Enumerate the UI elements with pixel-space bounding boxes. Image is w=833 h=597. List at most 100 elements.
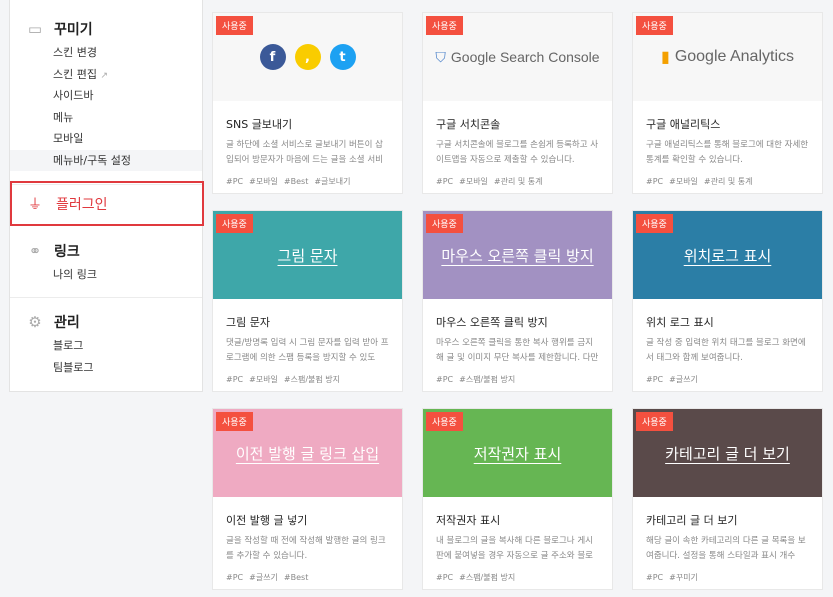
- card-image-caption: 그림 문자: [277, 246, 338, 265]
- tag[interactable]: #Best: [284, 177, 308, 186]
- section-decorate-header[interactable]: ▭ 꾸미기: [10, 16, 202, 42]
- plugin-card[interactable]: 사용중 f, t SNS 글보내기 글 하단에 소셜 서비스로 글보내기 버튼이 삽입되…: [212, 12, 403, 194]
- tag[interactable]: #스팸/불펌 방지: [459, 375, 515, 384]
- tag[interactable]: #관리 및 통계: [494, 177, 543, 186]
- plugin-card[interactable]: 사용중 저작권자 표시저작권자 표시내 블로그의 글을 복사해 다른 블로그나 게…: [422, 408, 613, 590]
- tag[interactable]: #글보내기: [314, 177, 350, 186]
- layout-icon: ▭: [27, 20, 43, 38]
- sidebar-item-skin-edit[interactable]: 스킨 편집 ↗: [10, 64, 202, 86]
- in-use-badge: 사용중: [426, 412, 463, 431]
- plug-icon: ⏚: [28, 196, 42, 213]
- tag[interactable]: #글쓰기: [249, 573, 278, 582]
- sidebar-item-skin-change[interactable]: 스킨 변경: [10, 42, 202, 64]
- plugin-card[interactable]: 사용중마우스 오른쪽 클릭 방지 마우스 오른쪽 클릭 방지마우스 오른쪽 클릭을…: [422, 210, 613, 392]
- card-tags: #PC #글쓰기 #Best: [226, 572, 389, 583]
- plugin-card[interactable]: 사용중 그림 문자 그림 문자 댓글/방명록 입력 시 그림 문자를 입력 받아 프로…: [212, 210, 403, 392]
- card-title: 저작권자 표시: [436, 514, 501, 527]
- card-title: 구글 서치콘솔: [436, 118, 501, 131]
- card-description: 글 하단에 소셜 서비스로 글보내기 버튼이 삽입되어 방문자가 마음에 드는 …: [226, 140, 383, 165]
- in-use-badge: 사용중: [636, 214, 673, 233]
- card-image: 사용중 저작권자 표시: [423, 409, 612, 497]
- tag[interactable]: #관리 및 통계: [704, 177, 753, 186]
- tag[interactable]: #PC: [646, 177, 663, 186]
- sidebar-item-menu[interactable]: 메뉴: [10, 107, 202, 129]
- link-icon: ⚭: [28, 242, 42, 260]
- tag[interactable]: #꾸미기: [669, 573, 698, 582]
- tag[interactable]: #모바일: [249, 177, 278, 186]
- tag[interactable]: #스팸/불펌 방지: [459, 573, 515, 582]
- kakaostory-icon: ,: [294, 44, 321, 70]
- card-tags: #PC #모바일 #관리 및 통계: [436, 176, 599, 187]
- card-tags: #PC #스팸/불펌 방지: [436, 374, 599, 385]
- tag[interactable]: #스팸/불펌 방지: [284, 375, 340, 384]
- sidebar-item-plugin[interactable]: ⏚ 플러그인: [10, 181, 204, 226]
- sidebar-item-team-blog[interactable]: 팀블로그: [10, 357, 202, 379]
- plugin-card[interactable]: 사용중 카테고리 글 더 보기카테고리 글 더 보기해당 글이 속한 카테고리의 …: [632, 408, 823, 590]
- plugin-card[interactable]: 사용중 위치로그 표시 위치 로그 표시 글 작성 중 입력한 위치 태그를 블로그 …: [632, 210, 823, 392]
- tag[interactable]: #글쓰기: [669, 375, 698, 384]
- card-title: 카테고리 글 더 보기: [646, 514, 738, 527]
- logo-text: Google Search Console: [450, 49, 600, 65]
- label: 플러그인: [56, 196, 108, 213]
- analytics-icon: ▮: [661, 49, 670, 66]
- card-description: 글을 작성할 때 전에 작성해 발행한 글의 링크를 추가할 수 있습니다.: [226, 536, 386, 561]
- section-title: 링크: [54, 244, 80, 260]
- card-tags: #PC #모바일 #스팸/불펌 방지: [226, 374, 389, 385]
- in-use-badge: 사용중: [636, 16, 673, 35]
- sidebar-item-my-link[interactable]: 나의 링크: [10, 264, 202, 286]
- card-image: 사용중위치로그 표시: [633, 211, 822, 299]
- external-link-icon: ↗: [100, 70, 109, 81]
- section-title: 관리: [54, 315, 80, 331]
- sidebar-item-mobile[interactable]: 모바일: [10, 128, 202, 150]
- analytics-logo: ▮ Google Analytics: [661, 47, 794, 67]
- section-title: 꾸미기: [54, 22, 93, 38]
- tag[interactable]: #모바일: [249, 375, 278, 384]
- tag[interactable]: #모바일: [669, 177, 698, 186]
- card-image: 사용중 f, t: [213, 13, 402, 101]
- card-image: 사용중마우스 오른쪽 클릭 방지: [423, 211, 612, 299]
- section-manage: ⚙ 관리 블로그 팀블로그: [10, 309, 202, 378]
- tag[interactable]: #PC: [226, 177, 243, 186]
- tag[interactable]: #모바일: [459, 177, 488, 186]
- sns-icons: f, t: [259, 44, 356, 70]
- card-image-caption: 마우스 오른쪽 클릭 방지: [441, 246, 594, 265]
- twitter-icon: t: [329, 44, 356, 70]
- label: 스킨 편집: [53, 67, 97, 81]
- tag[interactable]: #PC: [646, 573, 663, 582]
- tag[interactable]: #PC: [436, 573, 453, 582]
- section-link: ⚭ 링크 나의 링크: [10, 238, 202, 286]
- tag[interactable]: #Best: [284, 573, 308, 582]
- sidebar-item-blog[interactable]: 블로그: [10, 335, 202, 357]
- in-use-badge: 사용중: [426, 214, 463, 233]
- sidebar-item-sidebar[interactable]: 사이드바: [10, 85, 202, 107]
- card-image: 사용중 카테고리 글 더 보기: [633, 409, 822, 497]
- plugin-card[interactable]: 사용중 ▮ Google Analytics 구글 애널리틱스 구글 애널리틱스를 통해…: [632, 12, 823, 194]
- section-manage-header[interactable]: ⚙ 관리: [10, 309, 202, 335]
- search-console-logo: ⛉ Google Search Console: [435, 49, 599, 66]
- plugin-card[interactable]: 사용중 이전 발행 글 링크 삽입 이전 발행 글 넣기 글을 작성할 때 전에 작성…: [212, 408, 403, 590]
- sidebar-item-menubar[interactable]: 메뉴바/구독 설정: [10, 149, 202, 171]
- section-link-header[interactable]: ⚭ 링크: [10, 238, 202, 264]
- tag[interactable]: #PC: [226, 573, 243, 582]
- card-image: 사용중이전 발행 글 링크 삽입: [213, 409, 402, 497]
- card-tags: #PC #꾸미기: [646, 572, 809, 583]
- card-description: 해당 글이 속한 카테고리의 다른 글 목록을 보여줍니다. 설정을 통해 스타…: [646, 536, 806, 561]
- tag[interactable]: #PC: [436, 375, 453, 384]
- card-image-caption: 이전 발행 글 링크 삽입: [235, 444, 380, 463]
- card-description: 마우스 오른쪽 클릭을 통한 복사 행위를 금지해 글 및 이미지 무단 복사를…: [436, 338, 599, 363]
- in-use-badge: 사용중: [426, 16, 463, 35]
- in-use-badge: 사용중: [216, 214, 253, 233]
- section-decorate: ▭ 꾸미기 스킨 변경 스킨 편집 ↗ 사이드바 메뉴 모바일 메뉴바/구독 설정: [10, 0, 202, 171]
- card-image: 사용중 ▮ Google Analytics: [633, 13, 822, 101]
- tag[interactable]: #PC: [646, 375, 663, 384]
- card-image-caption: 위치로그 표시: [683, 246, 772, 265]
- card-title: 구글 애널리틱스: [646, 118, 721, 131]
- in-use-badge: 사용중: [216, 412, 253, 431]
- in-use-badge: 사용중: [216, 16, 253, 35]
- plugin-card[interactable]: 사용중 ⛉ Google Search Console 구글 서치콘솔 구글 서치콘솔에…: [422, 12, 613, 194]
- search-console-icon: ⛉: [435, 48, 446, 65]
- card-tags: #PC #글쓰기: [646, 374, 809, 385]
- tag[interactable]: #PC: [436, 177, 453, 186]
- card-description: 내 블로그의 글을 복사해 다른 블로그나 게시판에 붙여넣을 경우 자동으로 …: [436, 536, 593, 561]
- tag[interactable]: #PC: [226, 375, 243, 384]
